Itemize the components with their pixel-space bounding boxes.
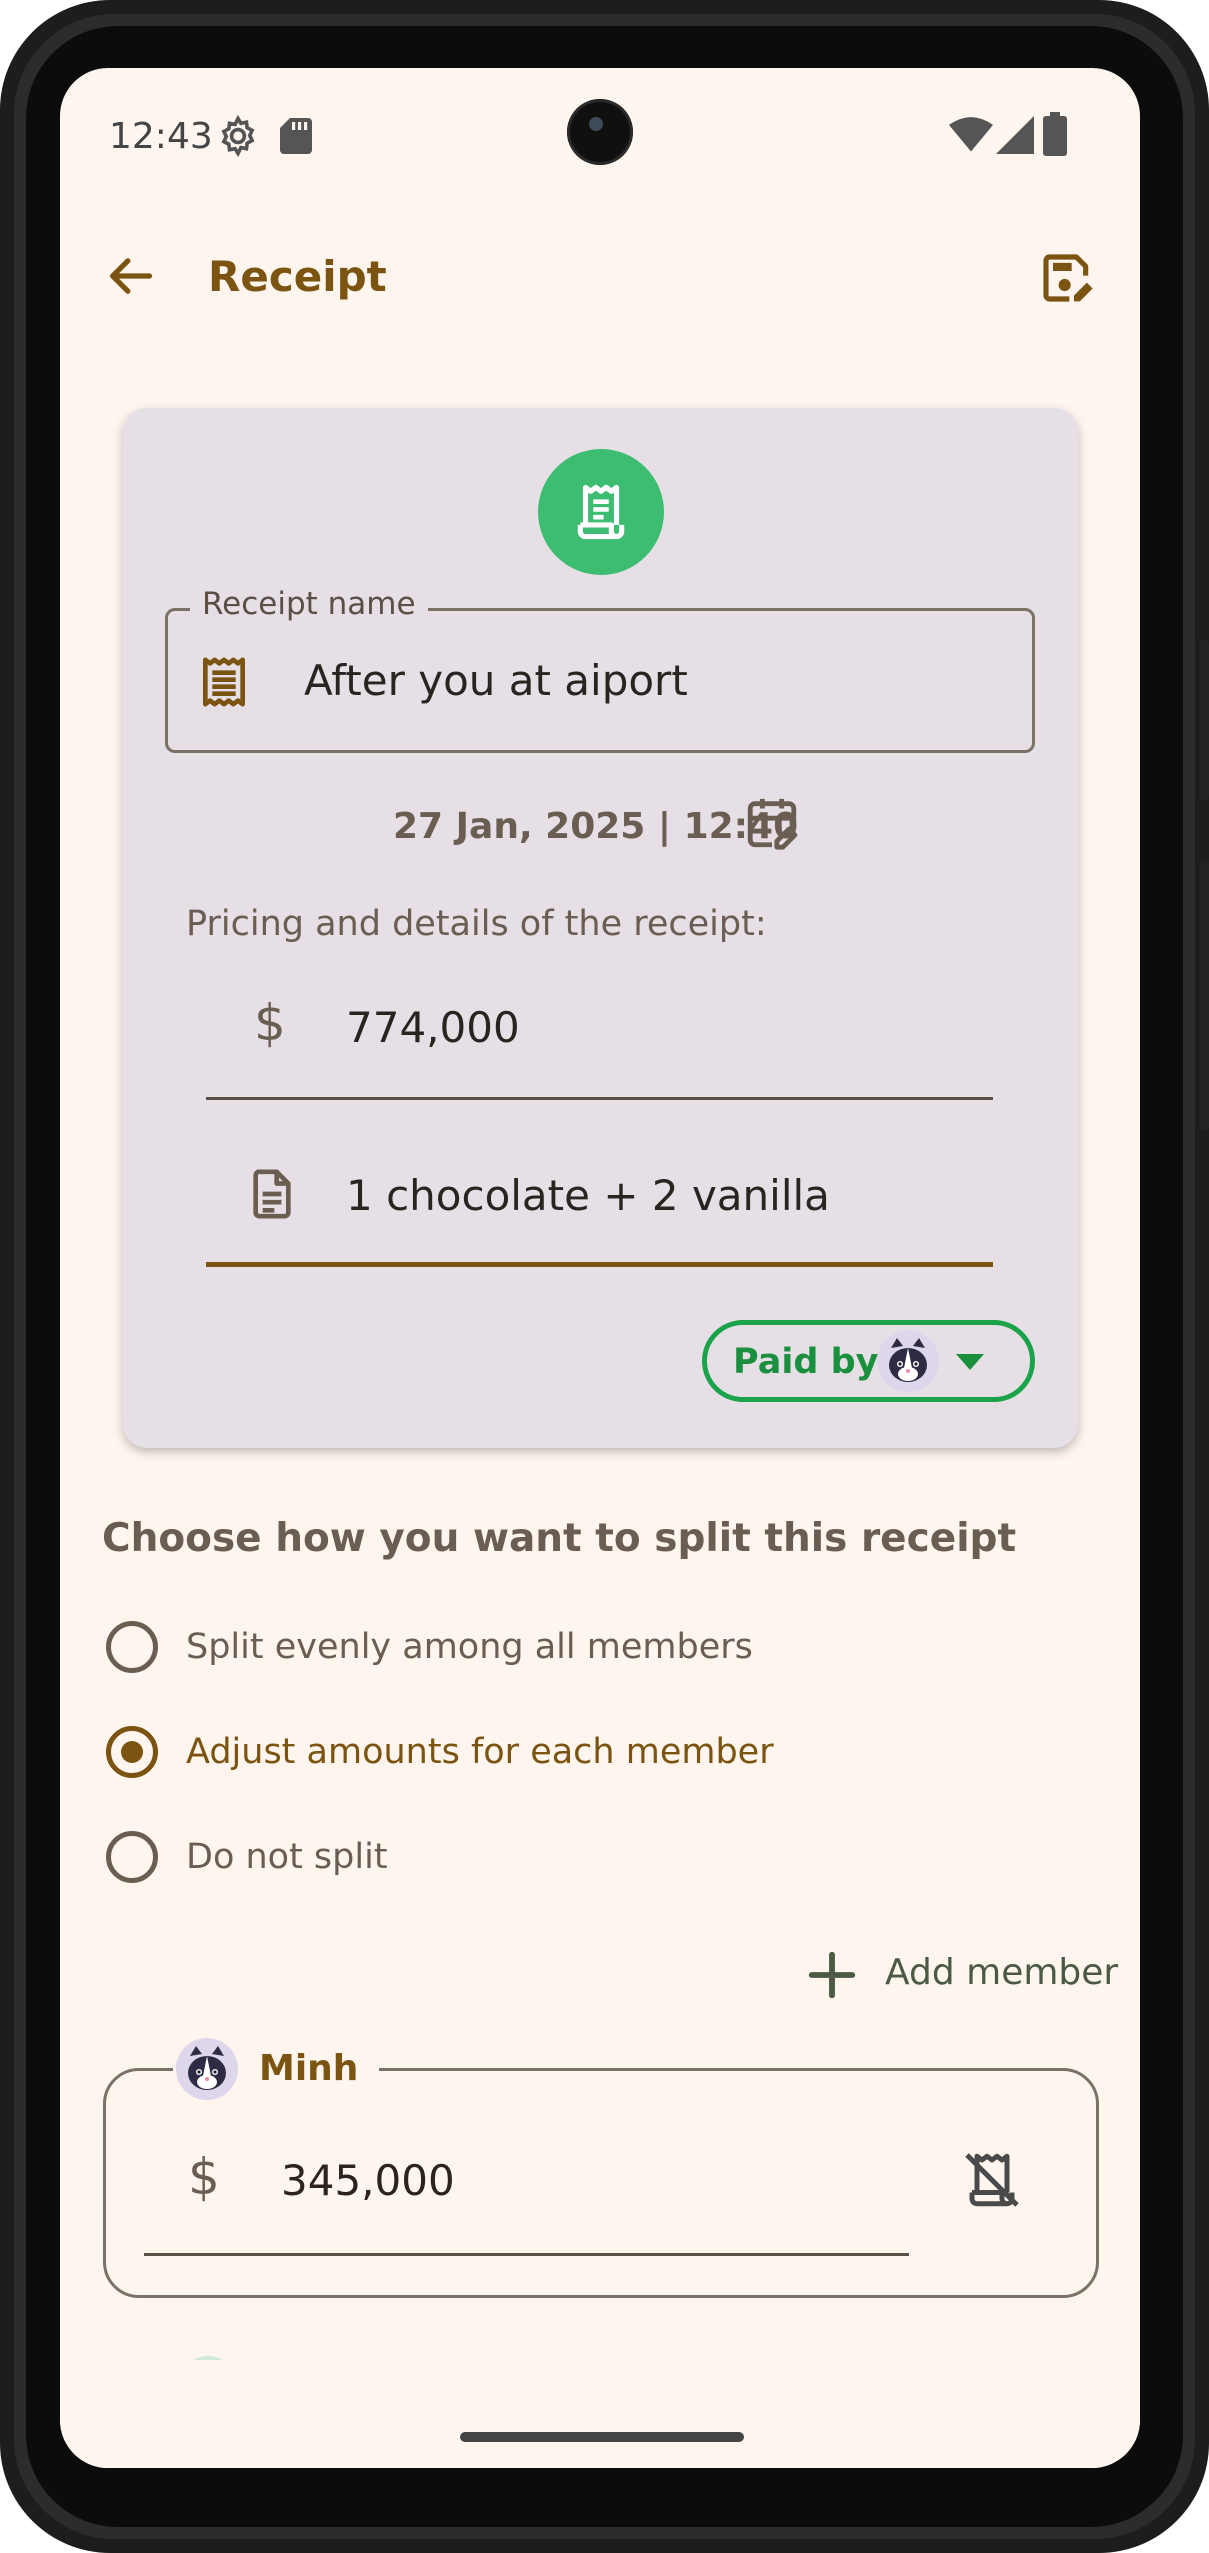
power-button xyxy=(1199,640,1209,800)
plus-icon[interactable] xyxy=(805,1948,859,2002)
receipt-off-icon[interactable] xyxy=(962,2150,1022,2210)
battery-icon xyxy=(1043,112,1067,156)
pricing-label: Pricing and details of the receipt: xyxy=(186,904,767,944)
receipt-datetime: 27 Jan, 2025 | 12:40 xyxy=(393,806,799,847)
radio-adjust-amounts[interactable] xyxy=(106,1726,158,1778)
description-underline xyxy=(206,1262,993,1267)
front-camera xyxy=(567,99,633,165)
phone-frame: 12:43 Receipt Receipt name After you at … xyxy=(0,0,1209,2553)
radio-do-not-split[interactable] xyxy=(106,1831,158,1883)
status-time: 12:43 xyxy=(109,116,213,157)
save-edit-icon[interactable] xyxy=(1039,250,1095,306)
receipt-name-label: Receipt name xyxy=(190,586,428,622)
page-title: Receipt xyxy=(208,252,387,301)
radio-split-evenly[interactable] xyxy=(106,1621,158,1673)
add-member-button[interactable]: Add member xyxy=(885,1952,1118,1993)
radio-adjust-amounts-label[interactable]: Adjust amounts for each member xyxy=(186,1732,774,1772)
amount-underline xyxy=(206,1097,993,1100)
edit-calendar-icon[interactable] xyxy=(743,794,801,852)
home-indicator[interactable] xyxy=(460,2432,744,2442)
skunk-avatar-icon xyxy=(877,1330,939,1392)
cell-signal-icon xyxy=(996,116,1034,154)
receipt-name-input[interactable]: After you at aiport xyxy=(304,656,688,705)
receipt-icon xyxy=(577,484,625,540)
volume-button xyxy=(1199,860,1209,1130)
split-heading: Choose how you want to split this receip… xyxy=(102,1516,1017,1561)
dollar-icon: $ xyxy=(188,2148,220,2206)
screen: 12:43 Receipt Receipt name After you at … xyxy=(60,68,1140,2468)
member-amount-underline xyxy=(144,2253,909,2256)
member-card xyxy=(103,2068,1099,2298)
member-amount-input[interactable]: 345,000 xyxy=(281,2156,455,2205)
nav-bar-area xyxy=(60,2360,1140,2468)
skunk-avatar-icon xyxy=(176,2038,238,2100)
arrow-back-icon[interactable] xyxy=(104,250,156,302)
radio-split-evenly-label[interactable]: Split evenly among all members xyxy=(186,1627,753,1667)
wifi-icon xyxy=(949,117,993,152)
paid-by-label: Paid by xyxy=(733,1342,879,1382)
settings-gear-icon xyxy=(221,114,255,158)
radio-do-not-split-label[interactable]: Do not split xyxy=(186,1837,388,1877)
sd-card-icon xyxy=(280,118,312,154)
description-icon xyxy=(253,1169,291,1219)
receipt-long-icon xyxy=(203,657,246,707)
amount-input[interactable]: 774,000 xyxy=(346,1003,520,1052)
dollar-icon: $ xyxy=(254,994,286,1052)
description-input[interactable]: 1 chocolate + 2 vanilla xyxy=(346,1171,830,1220)
dropdown-arrow-icon xyxy=(956,1354,984,1370)
member-name: Minh xyxy=(259,2048,359,2089)
